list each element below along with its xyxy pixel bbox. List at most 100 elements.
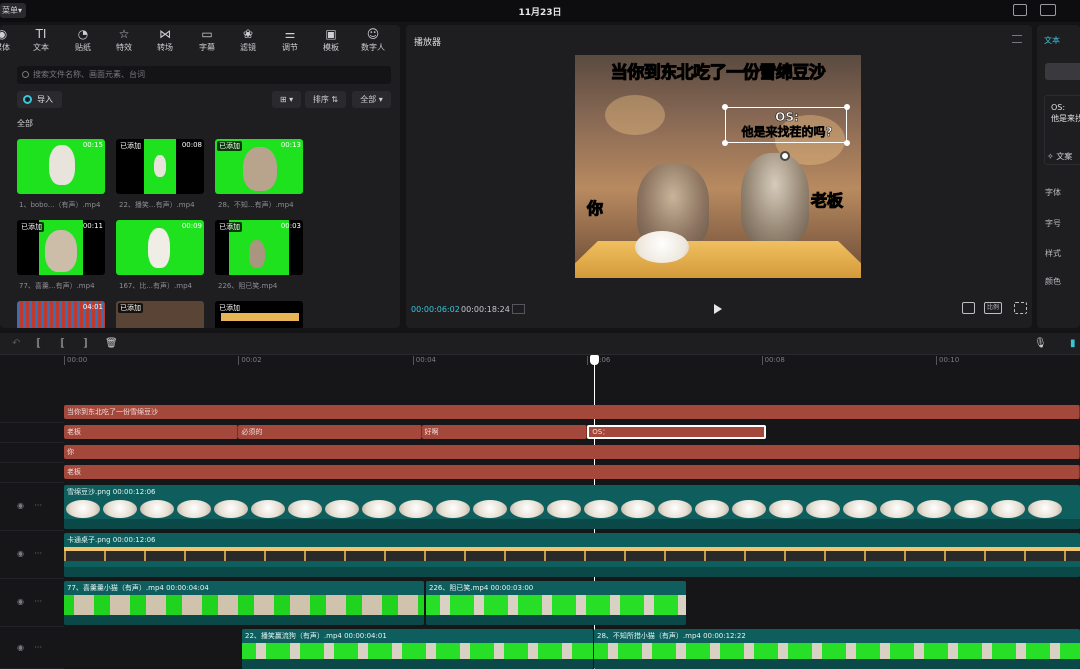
media-clip[interactable]: 卡通桌子.png 00:00:12:06: [64, 533, 1080, 577]
ratio-button[interactable]: 比例: [984, 302, 1002, 314]
media-item[interactable]: 00:15: [17, 139, 105, 194]
resize-handle[interactable]: [722, 104, 728, 110]
import-icon: [23, 95, 32, 104]
split-icon[interactable]: ⟦: [36, 338, 41, 350]
resize-handle[interactable]: [844, 104, 850, 110]
time-ruler[interactable]: 00:00 00:02 00:04 00:06 00:08 00:10: [64, 356, 1080, 372]
media-item[interactable]: 已添加 00:11: [17, 220, 105, 275]
track-header: ◉ ···: [0, 579, 64, 627]
tool-effects[interactable]: ☆ 特效: [104, 27, 144, 53]
dumpling-frame: [214, 500, 248, 518]
sort-button[interactable]: 排序 ⇅: [305, 91, 346, 108]
media-item[interactable]: 已添加: [116, 301, 204, 328]
media-clip[interactable]: 226、阻已笑.mp4 00:00:03:00: [426, 581, 686, 625]
tool-sticker[interactable]: ◔ 贴纸: [63, 27, 103, 53]
dumpling-frame: [251, 500, 285, 518]
tab-text[interactable]: 文本: [1044, 35, 1060, 46]
clip-audio-strip: [64, 615, 424, 625]
text-line-1: OS:: [1051, 103, 1066, 112]
window-layout-icon[interactable]: [1040, 4, 1056, 16]
dumpling-frame: [547, 500, 581, 518]
duration: 04:01: [82, 303, 103, 311]
crop-icon[interactable]: [962, 302, 975, 314]
text-clip[interactable]: 老板: [64, 425, 239, 439]
view-toggle[interactable]: ⊞ ▾: [272, 91, 301, 108]
os-text: OS: 他是来找茬的吗?: [726, 110, 848, 140]
video-preview[interactable]: 当你到东北吃了一份雪绵豆沙 你 老板 OS: 他是来找茬的吗?: [575, 55, 861, 278]
visibility-icon[interactable]: ◉: [17, 501, 24, 510]
media-name: 28、不知...有声）.mp4: [218, 201, 294, 209]
media-clip[interactable]: 22、播笑赢流狗（有声）.mp4 00:00:04:01: [242, 629, 593, 669]
split-left-icon[interactable]: ⟦: [60, 338, 65, 350]
more-icon[interactable]: ···: [34, 501, 42, 510]
fullscreen-icon[interactable]: [1014, 302, 1027, 314]
visibility-icon[interactable]: ◉: [17, 549, 24, 558]
clip-title: 22、播笑赢流狗（有声）.mp4 00:00:04:01: [245, 632, 387, 640]
split-right-icon[interactable]: ⟧: [83, 338, 88, 350]
snap-icon[interactable]: ▮: [1070, 338, 1076, 350]
dumpling-frame: [177, 500, 211, 518]
tool-transition[interactable]: ⋈ 转场: [145, 27, 185, 53]
duration: 00:09: [181, 222, 202, 230]
clip-audio-strip: [594, 659, 1080, 669]
text-clip[interactable]: 老板: [64, 465, 1080, 479]
timecode-format-icon[interactable]: [512, 304, 525, 314]
microphone-icon[interactable]: 🎙: [1034, 338, 1047, 350]
media-clip[interactable]: 77、喜羹羹小猫（有声）.mp4 00:00:04:04: [64, 581, 424, 625]
resize-handle[interactable]: [844, 140, 850, 146]
more-icon[interactable]: ···: [34, 549, 42, 558]
play-button[interactable]: [714, 304, 722, 314]
selected-text-box[interactable]: OS: 他是来找茬的吗?: [722, 104, 850, 146]
more-icon[interactable]: ···: [34, 597, 42, 606]
visibility-icon[interactable]: ◉: [17, 643, 24, 652]
tool-text[interactable]: TI 文本: [21, 27, 61, 53]
text-line-2: 他是来找: [1051, 114, 1080, 123]
media-item[interactable]: 已添加 00:03: [215, 220, 303, 275]
more-icon[interactable]: ···: [34, 643, 42, 652]
media-item[interactable]: 04:01: [17, 301, 105, 328]
visibility-icon[interactable]: ◉: [17, 597, 24, 606]
import-button[interactable]: 导入: [17, 91, 62, 108]
section-label: 全部: [17, 119, 33, 128]
search-input[interactable]: 搜索文件名称、画面元素、台词: [17, 66, 391, 84]
media-clip[interactable]: 雪绵豆沙.png 00:00:12:06: [64, 485, 1080, 529]
tool-avatar[interactable]: ☺ 数字人: [353, 27, 393, 53]
media-name: 77、喜羹...有声）.mp4: [19, 282, 95, 290]
tool-adjust[interactable]: ⚌ 调节: [270, 27, 310, 53]
clip-title: 77、喜羹羹小猫（有声）.mp4 00:00:04:04: [67, 584, 209, 592]
menu-icon[interactable]: [1012, 35, 1022, 43]
tool-media[interactable]: ◉ 媒体: [0, 27, 22, 53]
tool-filter[interactable]: ❀ 滤镜: [228, 27, 268, 53]
effects-icon: ☆: [118, 27, 130, 41]
ruler-tick: 00:10: [936, 356, 959, 365]
playhead-handle[interactable]: [590, 355, 599, 365]
rotate-handle[interactable]: [780, 151, 790, 161]
text-clip[interactable]: 必须的: [238, 425, 422, 439]
undo-icon[interactable]: ↶: [12, 338, 20, 350]
dumpling-frame: [103, 500, 137, 518]
ai-copy-button[interactable]: ✧ 文案: [1047, 151, 1072, 162]
import-label: 导入: [37, 95, 53, 104]
media-clip[interactable]: 28、不知所措小猫（有声）.mp4 00:00:12:22: [594, 629, 1080, 669]
media-item[interactable]: 已添加 00:13: [215, 139, 303, 194]
text-clip[interactable]: 当你到东北吃了一份雪绵豆沙: [64, 405, 1080, 419]
dumpling-frame: [473, 500, 507, 518]
layout-icon[interactable]: [1013, 4, 1027, 16]
text-icon: TI: [35, 27, 47, 41]
preset-field[interactable]: [1045, 63, 1080, 80]
text-clip[interactable]: 你: [64, 445, 1080, 459]
resize-handle[interactable]: [722, 140, 728, 146]
tool-caption[interactable]: ▭ 字幕: [187, 27, 227, 53]
delete-icon[interactable]: 🗑: [105, 338, 118, 350]
text-clip[interactable]: 好啊: [421, 425, 588, 439]
transition-icon: ⋈: [159, 27, 171, 41]
media-item[interactable]: 00:09: [116, 220, 204, 275]
media-item[interactable]: 已添加: [215, 301, 303, 328]
tool-template[interactable]: ▣ 模板: [311, 27, 351, 53]
filter-button[interactable]: 全部 ▾: [352, 91, 391, 108]
media-item[interactable]: 已添加 00:08: [116, 139, 204, 194]
background-light: [605, 95, 665, 135]
media-name: 226、阻已笑.mp4: [218, 282, 278, 290]
text-clip-selected[interactable]: OS：: [587, 425, 766, 439]
goat-thumbnail: [148, 228, 170, 268]
